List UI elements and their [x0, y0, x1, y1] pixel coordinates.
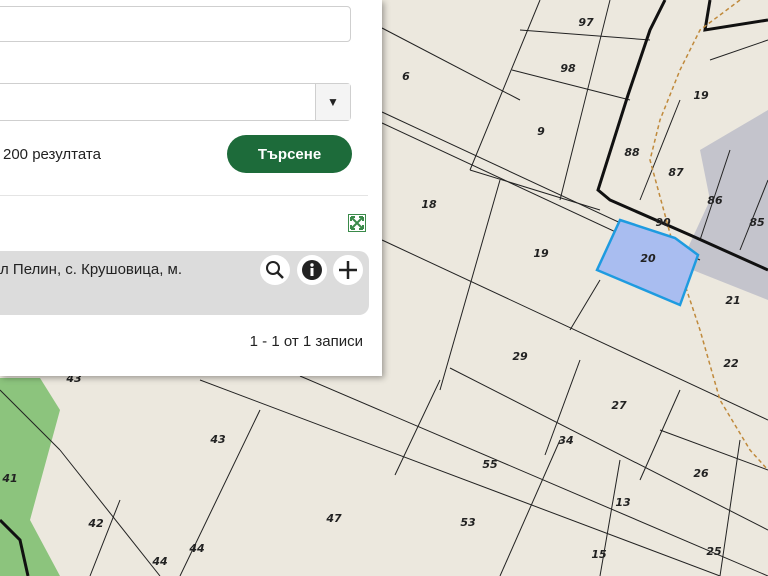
result-text: л Пелин, с. Крушовица, м.	[0, 261, 183, 278]
parcel-label-26: 26	[693, 467, 709, 480]
parcel-label-44: 44	[151, 555, 167, 568]
parcel-label-22: 22	[723, 357, 739, 370]
parcel-label-29: 29	[512, 350, 528, 363]
pagination-info: 1 - 1 от 1 записи	[249, 333, 363, 350]
divider	[0, 195, 368, 196]
parcel-label-98: 98	[560, 62, 576, 75]
result-count: 200 резултата	[3, 146, 101, 163]
parcel-label-85: 85	[749, 216, 765, 229]
parcel-label-18: 18	[421, 198, 437, 211]
parcel-label-20: 20	[640, 252, 656, 265]
search-panel: ▼ 200 резултата Търсене л Пелин, с. Круш…	[0, 0, 382, 376]
parcel-label-6: 6	[402, 70, 410, 83]
parcel-label-13: 13	[615, 496, 631, 509]
parcel-label-88: 88	[624, 146, 640, 159]
add-icon[interactable]	[333, 255, 363, 285]
parcel-label-19: 19	[533, 247, 549, 260]
parcel-label-34: 34	[558, 434, 573, 447]
parcel-label-86: 86	[707, 194, 723, 207]
parcel-label-97: 97	[578, 16, 594, 29]
parcel-label-87: 87	[668, 166, 684, 179]
parcel-label-9: 9	[537, 125, 545, 138]
parcel-label-27: 27	[611, 399, 627, 412]
parcel-label-25: 25	[706, 545, 722, 558]
parcel-label-53: 53	[460, 516, 476, 529]
parcel-label-90: 90	[655, 216, 671, 229]
search-field[interactable]	[0, 6, 351, 42]
expand-icon[interactable]	[348, 214, 366, 232]
info-icon[interactable]	[297, 255, 327, 285]
parcel-label-41: 41	[1, 472, 17, 485]
parcel-label-55: 55	[482, 458, 498, 471]
chevron-down-icon[interactable]: ▼	[315, 84, 350, 120]
search-button[interactable]: Търсене	[227, 135, 352, 173]
parcel-label-42: 42	[87, 517, 104, 530]
result-item[interactable]: л Пелин, с. Крушовица, м.	[0, 251, 369, 315]
filter-dropdown[interactable]: ▼	[0, 83, 351, 121]
parcel-label-21: 21	[725, 294, 740, 307]
search-icon[interactable]	[260, 255, 290, 285]
parcel-label-15: 15	[591, 548, 607, 561]
parcel-label-44: 44	[188, 542, 204, 555]
parcel-label-43: 43	[209, 433, 226, 446]
parcel-label-47: 47	[325, 512, 342, 525]
parcel-label-19: 19	[693, 89, 709, 102]
